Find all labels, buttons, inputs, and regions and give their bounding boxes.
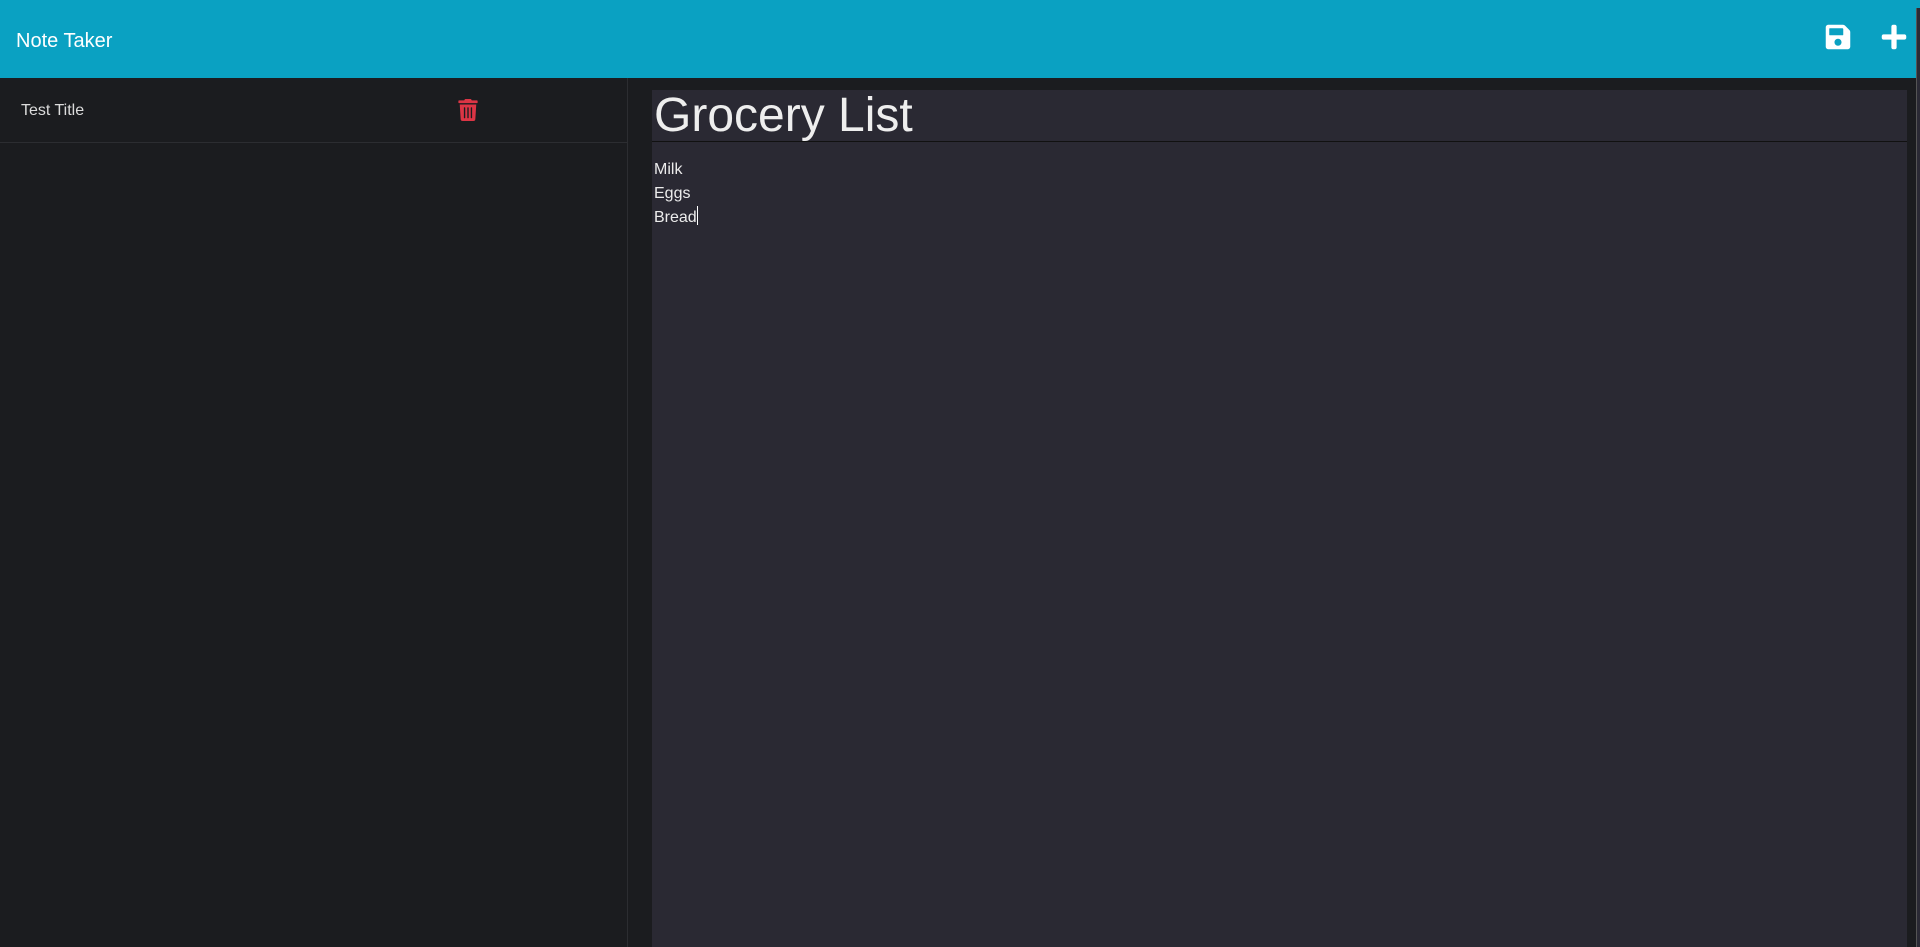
note-title-input[interactable] bbox=[652, 90, 1907, 142]
note-body-textarea[interactable]: Milk Eggs Bread bbox=[654, 158, 1894, 230]
save-note-icon[interactable] bbox=[1824, 23, 1852, 51]
note-body-line: Bread bbox=[654, 209, 697, 226]
floppy-disk-icon bbox=[1825, 24, 1851, 50]
note-editor: Milk Eggs Bread bbox=[652, 90, 1907, 947]
text-caret bbox=[696, 206, 698, 225]
trash-icon bbox=[458, 99, 478, 121]
new-note-icon[interactable] bbox=[1880, 23, 1908, 51]
delete-note-button[interactable] bbox=[458, 99, 478, 121]
plus-icon bbox=[1881, 24, 1907, 50]
app-brand[interactable]: Note Taker bbox=[16, 27, 112, 55]
note-body-line: Eggs bbox=[654, 185, 691, 202]
note-list-item[interactable]: Test Title bbox=[0, 78, 627, 143]
navbar: Note Taker bbox=[0, 0, 1920, 78]
scrollbar[interactable] bbox=[1916, 8, 1920, 947]
note-body-line: Milk bbox=[654, 161, 683, 178]
note-list-item-title[interactable]: Test Title bbox=[21, 101, 84, 121]
notes-sidebar: Test Title bbox=[0, 78, 628, 947]
